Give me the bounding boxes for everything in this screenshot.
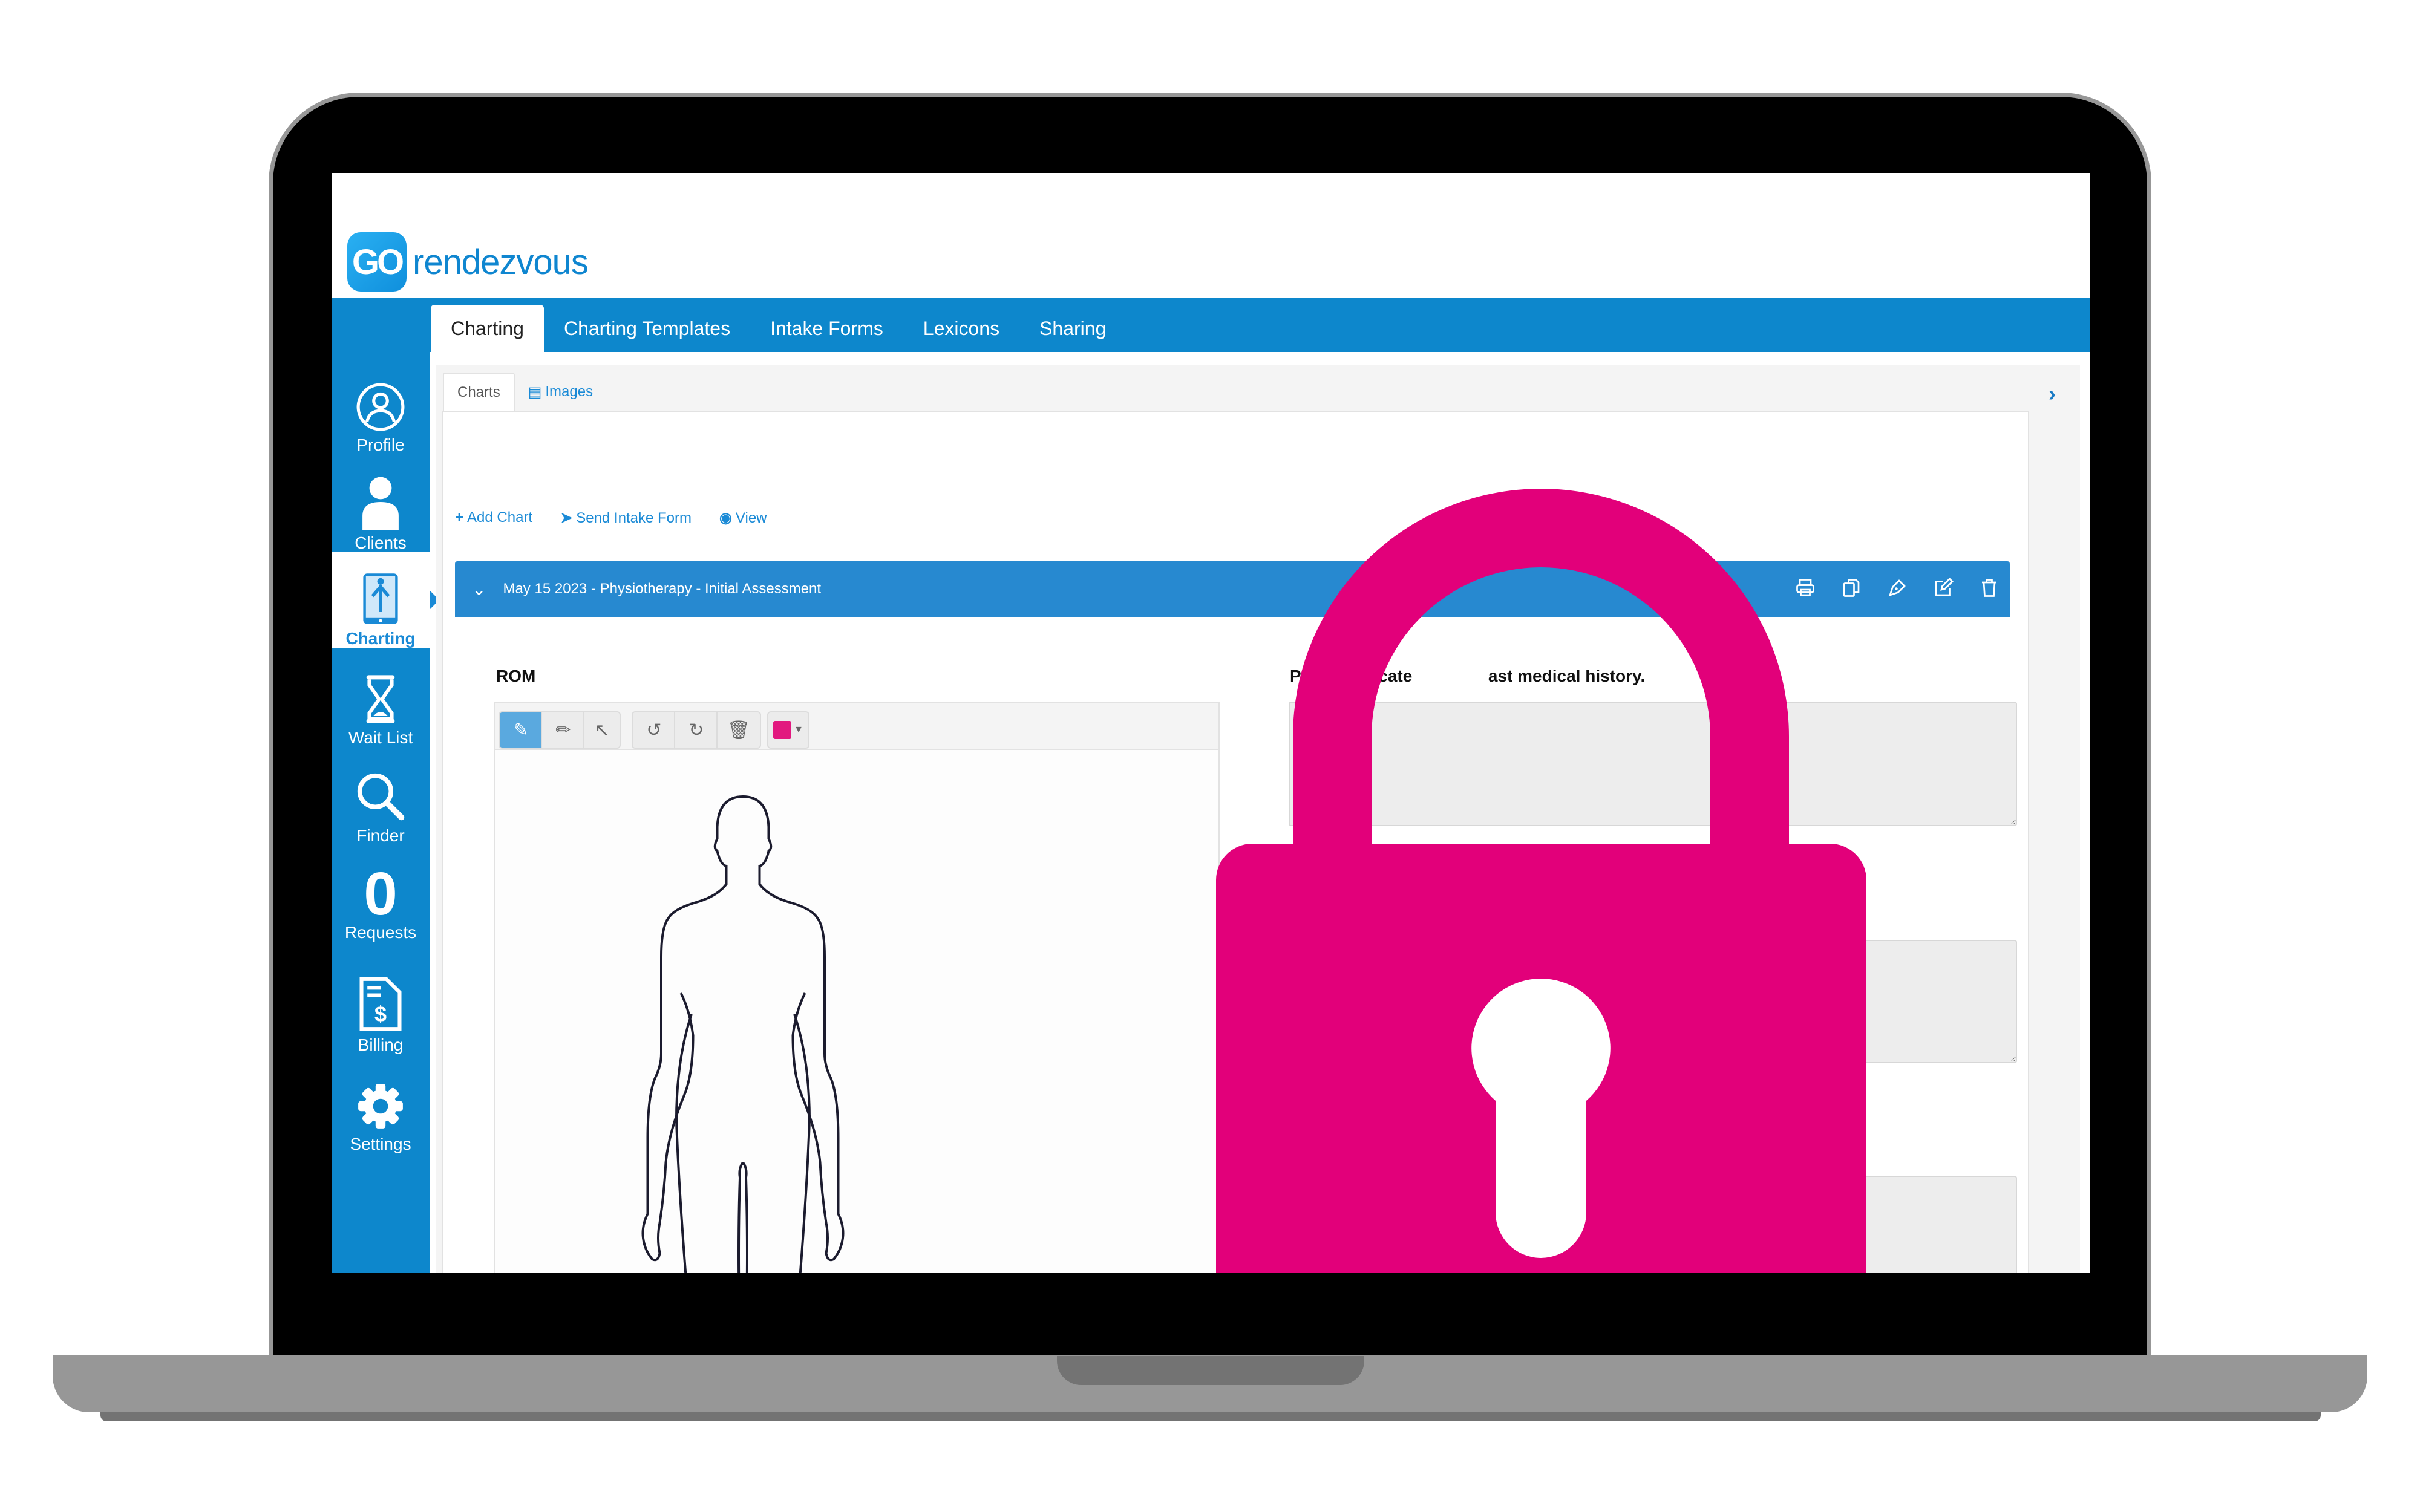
trash-icon[interactable]: 🗑 bbox=[716, 711, 761, 749]
tab-lexicons[interactable]: Lexicons bbox=[903, 305, 1019, 352]
images-icon: ▤ bbox=[528, 383, 542, 400]
gear-icon bbox=[358, 1084, 403, 1129]
subtab-charts[interactable]: Charts bbox=[443, 373, 515, 411]
view-label: View bbox=[735, 510, 767, 526]
pointer-icon[interactable]: ↖ bbox=[583, 711, 621, 749]
plus-icon: + bbox=[455, 509, 464, 526]
search-icon bbox=[357, 773, 405, 821]
chart-entry-title: May 15 2023 - Physiotherapy - Initial As… bbox=[503, 581, 822, 597]
send-intake-form-button[interactable]: ➤ Send Intake Form bbox=[560, 509, 692, 527]
sidebar-item-settings[interactable]: Settings bbox=[332, 1057, 430, 1154]
requests-count: 0 bbox=[364, 860, 397, 928]
pen-color-swatch bbox=[773, 721, 792, 739]
sidebar-label: Clients bbox=[355, 533, 407, 552]
send-icon: ➤ bbox=[560, 510, 573, 526]
app-screen: GO rendezvous Charting Charting Template… bbox=[332, 173, 2090, 1273]
rom-drawing-canvas[interactable]: ✎ ✏ ↖ ↺ ↻ 🗑 ▼ bbox=[494, 702, 1220, 1273]
subtab-images[interactable]: ▤ Images bbox=[515, 373, 606, 411]
undo-icon[interactable]: ↺ bbox=[632, 711, 676, 749]
invoice-dollar-icon: $ bbox=[359, 977, 402, 1031]
sub-tabs: Charts ▤ Images bbox=[443, 373, 606, 411]
highlighter-icon[interactable]: ✎ bbox=[499, 711, 543, 749]
padlock-shackle bbox=[1293, 489, 1789, 859]
padlock-icon bbox=[1216, 489, 1866, 1273]
sidebar-label: Charting bbox=[345, 629, 416, 648]
tab-charting[interactable]: Charting bbox=[431, 305, 544, 352]
sidebar-item-clients[interactable]: Clients bbox=[332, 456, 430, 553]
sidebar-item-finder[interactable]: Finder bbox=[332, 749, 430, 846]
laptop-foot bbox=[100, 1412, 2321, 1421]
laptop-notch bbox=[1057, 1356, 1364, 1385]
user-icon bbox=[362, 477, 399, 530]
body-diagram bbox=[641, 795, 845, 1273]
subtab-images-label: Images bbox=[545, 383, 594, 400]
view-button[interactable]: ◉ View bbox=[719, 509, 767, 527]
eye-icon: ◉ bbox=[719, 510, 732, 526]
edit-icon[interactable] bbox=[1932, 576, 1954, 600]
sign-pen-icon[interactable] bbox=[1886, 576, 1908, 600]
sidebar-label: Settings bbox=[350, 1135, 411, 1153]
drawing-toolbar: ✎ ✏ ↖ ↺ ↻ 🗑 ▼ bbox=[495, 703, 1218, 750]
trash-icon[interactable] bbox=[1978, 576, 2000, 600]
sidebar-item-charting[interactable]: Charting bbox=[332, 552, 430, 648]
sidebar: Profile Clients Charting Wait List Finde… bbox=[332, 298, 439, 1273]
profile-icon bbox=[356, 383, 405, 431]
hourglass-icon bbox=[366, 675, 395, 723]
add-chart-button[interactable]: + Add Chart bbox=[455, 509, 532, 527]
caret-down-icon: ▼ bbox=[794, 725, 803, 735]
sidebar-label: Requests bbox=[344, 923, 417, 942]
tab-sharing[interactable]: Sharing bbox=[1019, 305, 1126, 352]
logo-badge: GO bbox=[347, 232, 407, 292]
sidebar-label: Billing bbox=[358, 1035, 404, 1054]
sidebar-label: Finder bbox=[356, 826, 405, 845]
sidebar-item-requests[interactable]: 0 Requests bbox=[332, 846, 430, 942]
pencil-icon[interactable]: ✏ bbox=[541, 711, 586, 749]
chevron-down-icon[interactable]: ⌄ bbox=[472, 579, 486, 599]
rom-label: ROM bbox=[496, 666, 536, 685]
redo-icon[interactable]: ↻ bbox=[674, 711, 719, 749]
top-nav-tabs: Charting Charting Templates Intake Forms… bbox=[431, 305, 1126, 352]
tab-intake-forms[interactable]: Intake Forms bbox=[750, 305, 903, 352]
chart-actions: + Add Chart ➤ Send Intake Form ◉ View bbox=[455, 509, 767, 527]
sidebar-item-profile[interactable]: Profile bbox=[332, 358, 430, 455]
color-picker[interactable]: ▼ bbox=[767, 711, 809, 749]
logo-text: rendezvous bbox=[413, 242, 589, 282]
charting-tablet-icon bbox=[363, 573, 398, 624]
app-logo[interactable]: GO rendezvous bbox=[347, 232, 589, 292]
chevron-right-icon[interactable]: › bbox=[2049, 381, 2056, 406]
sidebar-item-wait-list[interactable]: Wait List bbox=[332, 651, 430, 748]
send-intake-form-label: Send Intake Form bbox=[576, 510, 692, 526]
sidebar-label: Profile bbox=[356, 435, 405, 454]
sidebar-item-billing[interactable]: $ Billing bbox=[332, 958, 430, 1055]
svg-text:$: $ bbox=[374, 1002, 387, 1026]
tab-charting-templates[interactable]: Charting Templates bbox=[544, 305, 750, 352]
sidebar-label: Wait List bbox=[348, 728, 413, 747]
add-chart-label: Add Chart bbox=[467, 509, 533, 526]
